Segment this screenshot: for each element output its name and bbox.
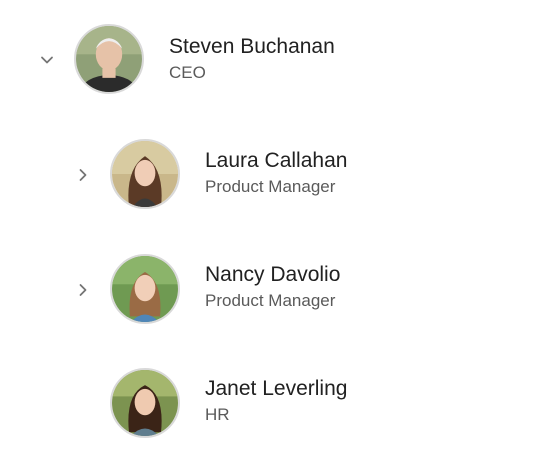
expand-toggle[interactable] xyxy=(35,48,59,72)
employee-role: HR xyxy=(205,405,230,424)
employee-role: CEO xyxy=(169,63,206,82)
employee-name: Laura Callahan xyxy=(205,149,348,172)
expand-toggle[interactable] xyxy=(71,278,95,302)
avatar xyxy=(110,139,180,209)
employee-name: Janet Leverling xyxy=(205,377,348,400)
chevron-right-icon xyxy=(79,284,87,296)
person-photo-icon xyxy=(76,26,142,92)
avatar xyxy=(110,368,180,438)
person-photo-icon xyxy=(112,370,178,436)
chevron-down-icon xyxy=(41,56,53,64)
tree-node-nancy-davolio[interactable]: Nancy Davolio Product Manager xyxy=(0,250,520,330)
expand-toggle[interactable] xyxy=(71,163,95,187)
tree-node-steven-buchanan[interactable]: Steven Buchanan CEO xyxy=(0,20,520,100)
person-photo-icon xyxy=(112,256,178,322)
avatar xyxy=(74,24,144,94)
tree-node-janet-leverling[interactable]: Janet Leverling HR xyxy=(0,364,520,444)
avatar xyxy=(110,254,180,324)
employee-name: Nancy Davolio xyxy=(205,263,341,286)
employee-role: Product Manager xyxy=(205,291,336,310)
org-tree-view: Steven Buchanan CEO Laura Callahan Produ… xyxy=(0,0,537,467)
employee-name: Steven Buchanan xyxy=(169,35,335,58)
person-photo-icon xyxy=(112,141,178,207)
tree-node-laura-callahan[interactable]: Laura Callahan Product Manager xyxy=(0,135,520,215)
chevron-right-icon xyxy=(79,169,87,181)
employee-role: Product Manager xyxy=(205,177,336,196)
